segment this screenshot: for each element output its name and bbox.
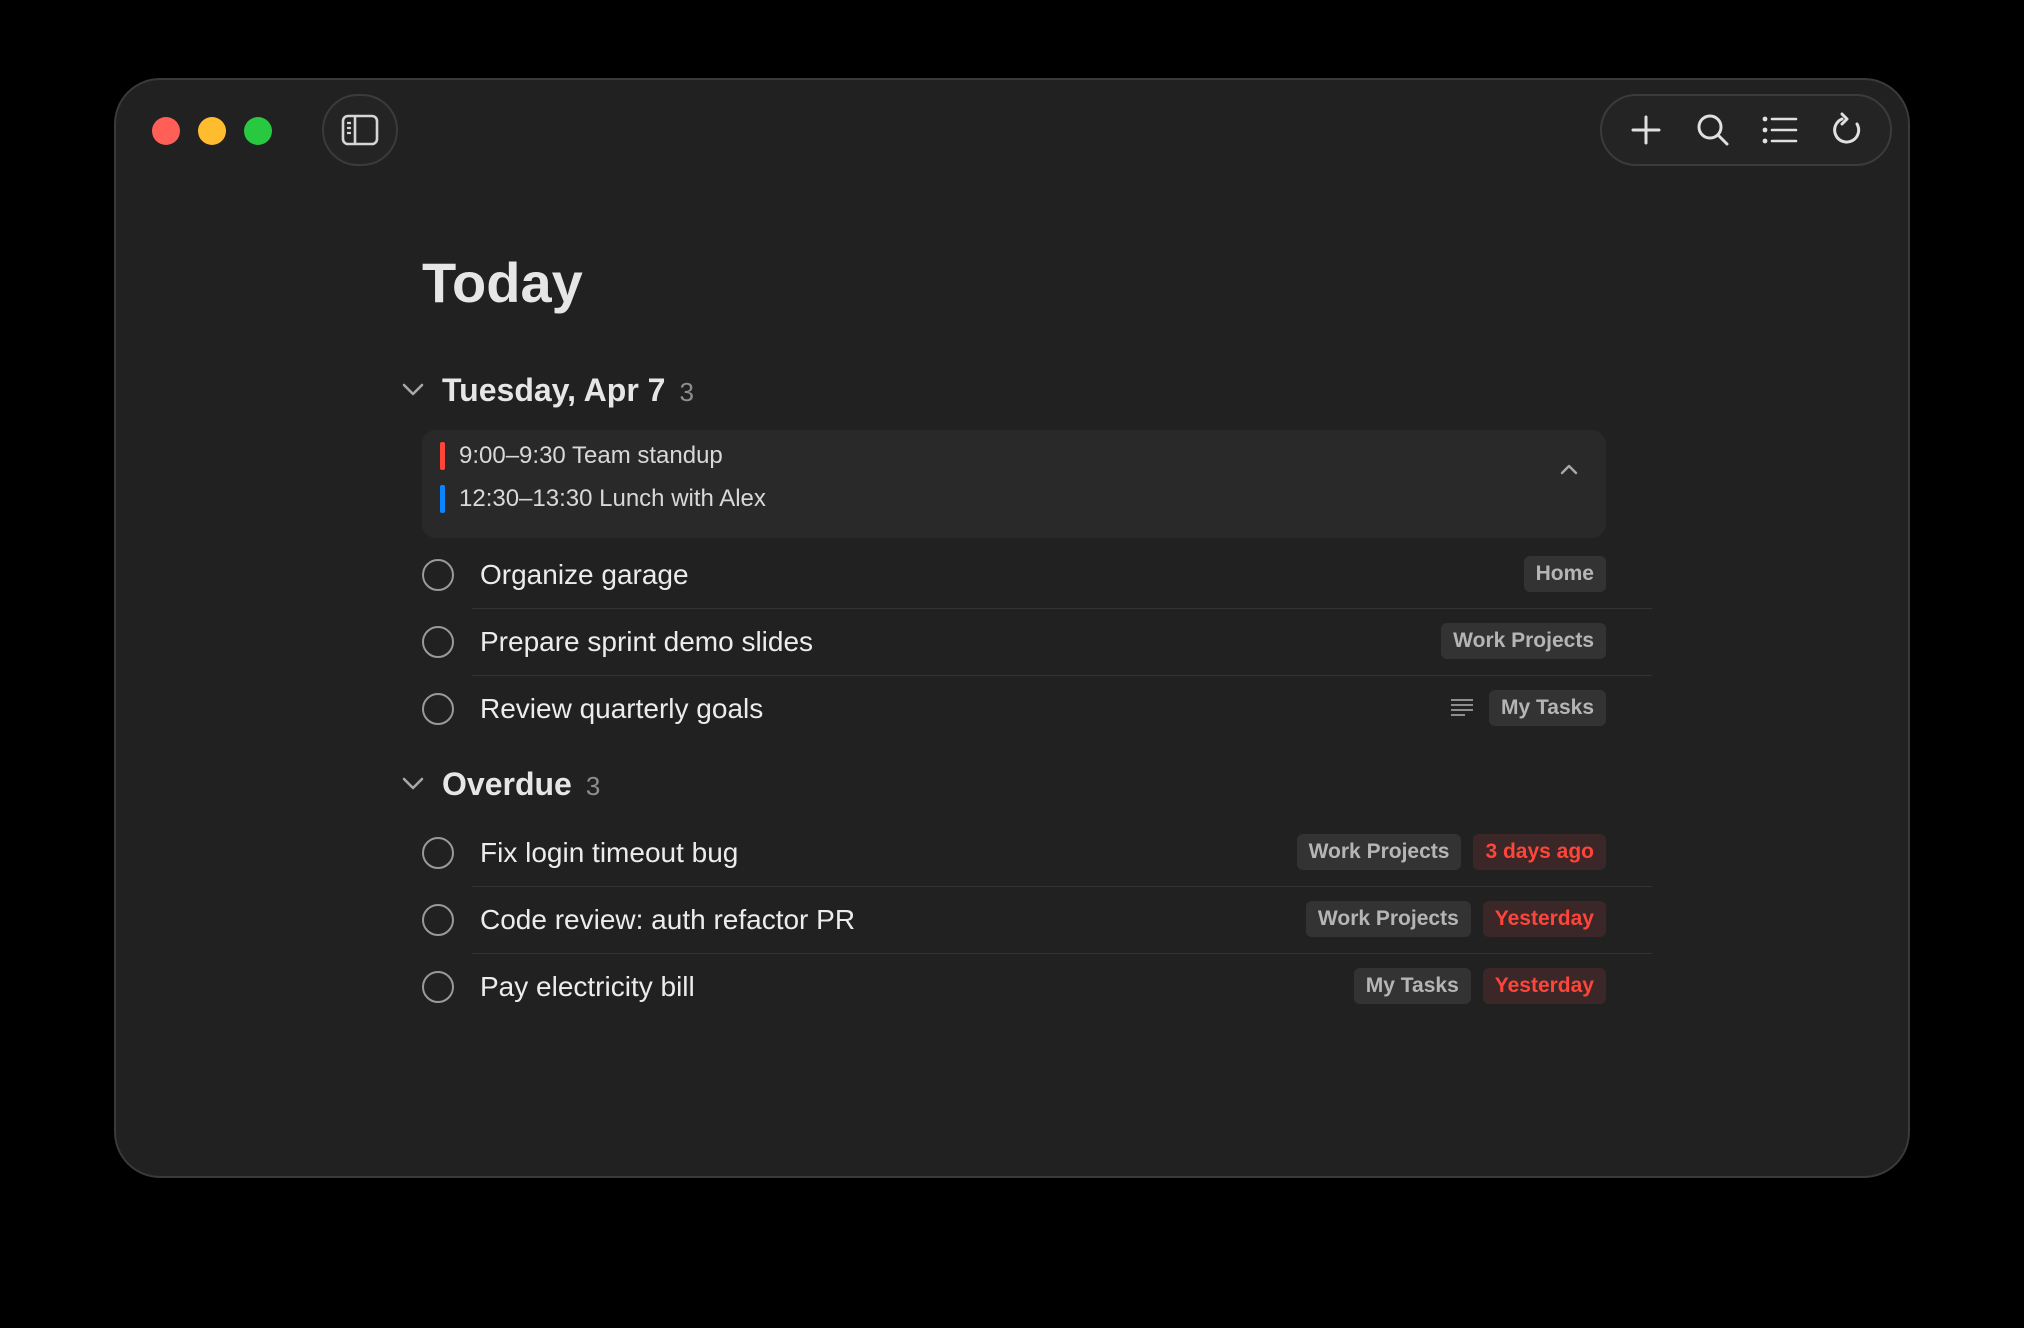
task-title: Organize garage — [480, 559, 689, 590]
section-header-today[interactable]: Tuesday, Apr 7 3 — [398, 368, 694, 412]
section-count: 3 — [585, 770, 601, 801]
refresh-icon — [1832, 112, 1860, 144]
add-task-button[interactable] — [1618, 102, 1674, 158]
task-title: Code review: auth refactor PR — [480, 904, 856, 935]
task-row[interactable]: Prepare sprint demo slides Work Projects — [422, 609, 1652, 676]
toolbar — [1600, 94, 1892, 166]
due-date-badge: 3 days ago — [1473, 834, 1606, 870]
task-title: Fix login timeout bug — [480, 837, 739, 868]
due-date-badge: Yesterday — [1482, 968, 1606, 1004]
plus-icon — [1631, 115, 1660, 145]
task-checkbox[interactable] — [422, 626, 454, 658]
list-icon — [1762, 116, 1797, 144]
task-row[interactable]: Code review: auth refactor PR Work Proje… — [422, 887, 1652, 954]
task-checkbox[interactable] — [422, 904, 454, 936]
list-view-button[interactable] — [1752, 102, 1808, 158]
section-title: Tuesday, Apr 7 — [442, 371, 666, 408]
maximize-window-button[interactable] — [244, 117, 272, 145]
calendar-event[interactable]: 9:00–9:30 Team standup — [440, 441, 723, 471]
collapse-events-button[interactable] — [1554, 454, 1584, 484]
search-button[interactable] — [1685, 102, 1741, 158]
chevron-up-icon — [1560, 464, 1578, 474]
list-tag: Work Projects — [1441, 623, 1606, 659]
event-text: 9:00–9:30 Team standup — [459, 442, 723, 469]
task-title: Pay electricity bill — [480, 971, 695, 1002]
calendar-event[interactable]: 12:30–13:30 Lunch with Alex — [440, 484, 766, 514]
due-date-badge: Yesterday — [1482, 901, 1606, 937]
toggle-sidebar-button[interactable] — [322, 94, 398, 166]
task-row[interactable]: Pay electricity bill My Tasks Yesterday — [422, 954, 1652, 1021]
task-row[interactable]: Organize garage Home — [422, 542, 1652, 609]
task-checkbox[interactable] — [422, 971, 454, 1003]
event-color-bar — [440, 442, 445, 470]
sidebar-icon — [341, 114, 379, 146]
refresh-button[interactable] — [1819, 102, 1875, 158]
task-row[interactable]: Review quarterly goals My Tasks — [422, 676, 1652, 743]
event-color-bar — [440, 485, 445, 513]
chevron-down-icon[interactable] — [398, 368, 428, 412]
list-tag: Work Projects — [1296, 834, 1462, 870]
minimize-window-button[interactable] — [198, 117, 226, 145]
notes-icon — [1447, 690, 1477, 726]
search-icon — [1697, 114, 1728, 146]
task-checkbox[interactable] — [422, 693, 454, 725]
task-title: Review quarterly goals — [480, 693, 764, 724]
task-checkbox[interactable] — [422, 559, 454, 591]
section-header-overdue[interactable]: Overdue 3 — [398, 762, 600, 806]
app-window: Today Tuesday, Apr 7 3 9:00–9:30 Team st… — [114, 78, 1910, 1178]
page-title: Today — [422, 251, 583, 314]
list-tag: My Tasks — [1489, 690, 1606, 726]
list-tag: Work Projects — [1305, 901, 1471, 937]
task-row[interactable]: Fix login timeout bug Work Projects 3 da… — [422, 820, 1652, 887]
section-count: 3 — [679, 376, 694, 407]
section-title: Overdue — [442, 765, 572, 802]
close-window-button[interactable] — [152, 117, 180, 145]
task-title: Prepare sprint demo slides — [480, 626, 814, 657]
task-checkbox[interactable] — [422, 837, 454, 869]
event-text: 12:30–13:30 Lunch with Alex — [459, 485, 766, 512]
chevron-down-icon[interactable] — [398, 762, 428, 806]
calendar-events: 9:00–9:30 Team standup 12:30–13:30 Lunch… — [422, 430, 1606, 538]
list-tag: My Tasks — [1353, 968, 1471, 1004]
list-tag: Home — [1523, 556, 1606, 592]
